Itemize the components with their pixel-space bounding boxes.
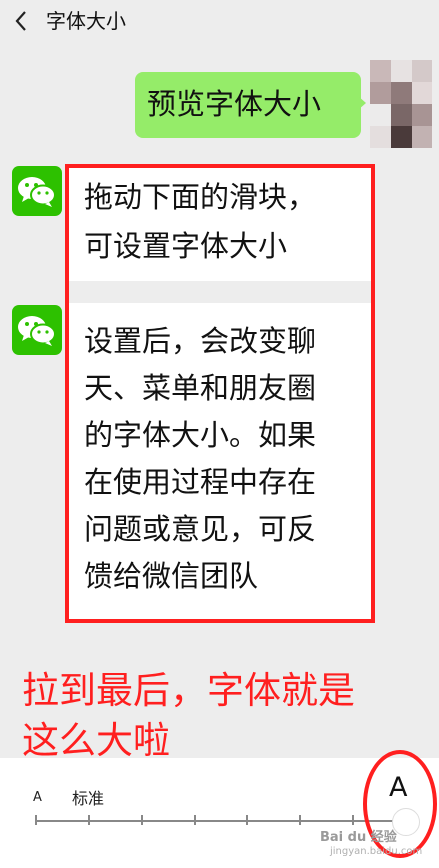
wechat-logo-icon[interactable]	[12, 166, 62, 216]
bubble-tail	[358, 96, 366, 110]
standard-label: 标准	[72, 789, 105, 808]
annotation-caption-line: 拉到最后，字体就是	[22, 669, 355, 712]
highlight-frame	[65, 164, 375, 623]
watermark-url: jingyan.baidu.com	[330, 846, 423, 857]
small-font-label: A	[33, 790, 42, 805]
slider-tick[interactable]	[88, 815, 90, 825]
wechat-logo-icon[interactable]	[12, 305, 62, 355]
slider-tick[interactable]	[194, 815, 196, 825]
slider-tick[interactable]	[246, 815, 248, 825]
page-title: 字体大小	[46, 9, 126, 33]
slider-tick[interactable]	[352, 815, 354, 825]
slider-tick[interactable]	[299, 815, 301, 825]
slider-tick[interactable]	[35, 815, 37, 825]
back-chevron-icon[interactable]	[14, 8, 28, 39]
self-avatar[interactable]	[370, 60, 432, 148]
font-size-slider-track[interactable]	[36, 820, 406, 822]
watermark-logo: Bai du 经验	[320, 830, 397, 845]
outgoing-message-text: 预览字体大小	[147, 87, 322, 121]
slider-tick[interactable]	[141, 815, 143, 825]
